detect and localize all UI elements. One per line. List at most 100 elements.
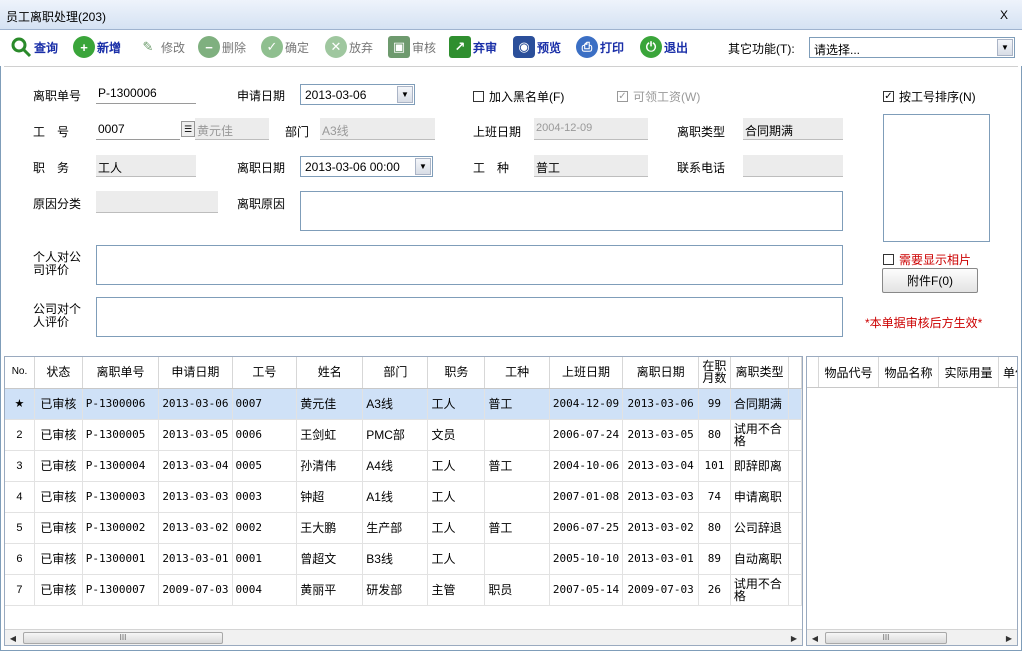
col-header[interactable]: 申请日期 <box>158 357 233 389</box>
table-row[interactable]: 3 已审核 P-1300004 2013-03-04 0005 孙清伟 A4线 工人 普工 200… <box>5 450 802 482</box>
cell-hire: 2004-12-09 <box>549 388 624 420</box>
col-header[interactable]: 职务 <box>427 357 486 389</box>
cell-emp: 0004 <box>232 574 298 606</box>
cell-hire: 2006-07-24 <box>549 419 624 451</box>
doc-no-field[interactable]: P-1300006 <box>96 82 196 104</box>
apply-date-label: 申请日期 <box>237 89 286 103</box>
col-header[interactable]: 离职单号 <box>82 357 160 389</box>
audit-note: *本单据审核后方生效* <box>865 316 983 330</box>
cell-dept: A4线 <box>362 450 429 482</box>
items-grid[interactable]: 物品代号 物品名称 实际用量 单位 ◀ III ▶ <box>806 356 1018 646</box>
leave-type-field[interactable]: 合同期满 <box>743 118 843 140</box>
hire-date-field: 2004-12-09 <box>534 118 648 140</box>
col-header[interactable]: 上班日期 <box>549 357 624 389</box>
other-functions-select[interactable]: 请选择... ▼ <box>809 37 1015 58</box>
col-header[interactable]: 部门 <box>362 357 429 389</box>
cell-emp: 0002 <box>232 512 298 544</box>
cell-dept: A1线 <box>362 481 429 513</box>
print-button[interactable]: ⎙ 打印 <box>576 34 624 60</box>
edit-button[interactable]: ✎ 修改 <box>137 34 185 60</box>
col-header[interactable]: 在职月数 <box>698 357 731 389</box>
cell-apply: 2013-03-05 <box>158 419 233 451</box>
table-row[interactable]: 6 已审核 P-1300001 2013-03-01 0001 曾超文 B3线 工人 2005-… <box>5 543 802 575</box>
grid-hscrollbar[interactable]: ◀ III ▶ <box>5 629 802 645</box>
work-type-field[interactable]: 普工 <box>534 155 648 177</box>
show-photo-checkbox[interactable]: 需要显示相片 <box>883 251 971 268</box>
close-button[interactable]: X <box>1000 8 1008 22</box>
unaudit-button[interactable]: ↗ 弃审 <box>449 34 497 60</box>
audit-button[interactable]: ▣ 审核 <box>388 34 436 60</box>
leave-date-picker[interactable]: 2013-03-06 00:00 ▼ <box>300 156 433 177</box>
scroll-left-icon[interactable]: ◀ <box>5 630 21 645</box>
col-header[interactable]: 物品名称 <box>879 357 939 387</box>
table-row[interactable]: ★ 已审核 P-1300006 2013-03-06 0007 黄元佳 A3线 工人 普工 200… <box>5 388 802 420</box>
table-row[interactable]: 2 已审核 P-1300005 2013-03-05 0006 王剑虹 PMC部 文员 2006… <box>5 419 802 451</box>
confirm-button[interactable]: ✓ 确定 <box>261 34 309 60</box>
cell-apply: 2013-03-01 <box>158 543 233 575</box>
add-button[interactable]: + 新增 <box>73 34 121 60</box>
lookup-icon[interactable]: ☰ <box>181 121 195 137</box>
items-hscrollbar[interactable]: ◀ III ▶ <box>807 629 1017 645</box>
col-header[interactable]: 离职类型 <box>730 357 790 389</box>
col-header[interactable]: 实际用量 <box>939 357 999 387</box>
cell-emp: 0001 <box>232 543 298 575</box>
emp-no-field[interactable]: 0007 <box>96 118 180 140</box>
records-grid[interactable]: No. 状态 离职单号 申请日期 工号 姓名 部门 职务 工种 上班日期 离职日… <box>4 356 803 646</box>
cell-type <box>484 419 550 451</box>
cell-hire: 2007-01-08 <box>549 481 624 513</box>
position-field[interactable]: 工人 <box>96 155 196 177</box>
cell-type: 普工 <box>484 512 550 544</box>
table-row[interactable]: 7 已审核 P-1300007 2009-07-03 0004 黄丽平 研发部 主管 职员 200… <box>5 574 802 606</box>
cell-filler <box>788 481 802 513</box>
col-header[interactable]: 状态 <box>34 357 83 389</box>
cell-apply: 2013-03-02 <box>158 512 233 544</box>
sort-by-no-checkbox[interactable]: ✓ 按工号排序(N) <box>883 88 976 105</box>
cell-pos: 工人 <box>427 512 486 544</box>
personal-eval-label: 个人对公司评价 <box>33 250 82 277</box>
cell-no: ★ <box>5 388 35 420</box>
salary-checkbox[interactable]: ✓ 可领工资(W) <box>617 88 700 105</box>
preview-button[interactable]: ◉ 预览 <box>513 34 561 60</box>
scroll-thumb[interactable]: III <box>23 632 223 644</box>
blacklist-checkbox[interactable]: 加入黑名单(F) <box>473 88 564 105</box>
discard-button[interactable]: ✕ 放弃 <box>325 34 373 60</box>
reason-textarea[interactable] <box>300 191 843 231</box>
cell-name: 黄丽平 <box>296 574 364 606</box>
table-row[interactable]: 4 已审核 P-1300003 2013-03-03 0003 钟超 A1线 工人 2007-0… <box>5 481 802 513</box>
cell-months: 80 <box>698 419 731 451</box>
delete-label: 删除 <box>222 40 247 55</box>
cell-dept: 生产部 <box>362 512 429 544</box>
cell-doc: P-1300004 <box>82 450 160 482</box>
records-table: No. 状态 离职单号 申请日期 工号 姓名 部门 职务 工种 上班日期 离职日… <box>5 357 802 606</box>
col-header[interactable]: 工种 <box>484 357 550 389</box>
company-eval-textarea[interactable] <box>96 297 843 337</box>
exit-button[interactable]: ⏻ 退出 <box>640 34 688 60</box>
col-header[interactable]: 工号 <box>232 357 298 389</box>
reason-cat-field[interactable] <box>96 191 218 213</box>
preview-label: 预览 <box>537 40 562 55</box>
cell-name: 钟超 <box>296 481 364 513</box>
personal-eval-textarea[interactable] <box>96 245 843 285</box>
query-button[interactable]: 查询 <box>10 34 58 60</box>
phone-field[interactable] <box>743 155 843 177</box>
scroll-thumb[interactable]: III <box>825 632 947 644</box>
cell-filler <box>788 574 802 606</box>
scroll-right-icon[interactable]: ▶ <box>1001 630 1017 645</box>
col-header[interactable]: 离职日期 <box>622 357 700 389</box>
col-header[interactable]: 姓名 <box>296 357 364 389</box>
col-header[interactable]: 物品代号 <box>819 357 879 387</box>
company-eval-label: 公司对个人评价 <box>33 302 82 329</box>
photo-box <box>883 114 990 242</box>
apply-date-picker[interactable]: 2013-03-06 ▼ <box>300 84 415 105</box>
col-header[interactable]: No. <box>5 357 35 389</box>
col-header-filler <box>788 357 802 389</box>
apply-date-value: 2013-03-06 <box>305 88 367 102</box>
attachment-button[interactable]: 附件F(0) <box>882 268 978 293</box>
table-row[interactable]: 5 已审核 P-1300002 2013-03-02 0002 王大鹏 生产部 工人 普工 200… <box>5 512 802 544</box>
exit-icon: ⏻ <box>640 36 662 58</box>
delete-button[interactable]: − 删除 <box>198 34 246 60</box>
col-header[interactable]: 单位 <box>999 357 1017 387</box>
scroll-left-icon[interactable]: ◀ <box>807 630 823 645</box>
scroll-right-icon[interactable]: ▶ <box>786 630 802 645</box>
cell-filler <box>788 419 802 451</box>
